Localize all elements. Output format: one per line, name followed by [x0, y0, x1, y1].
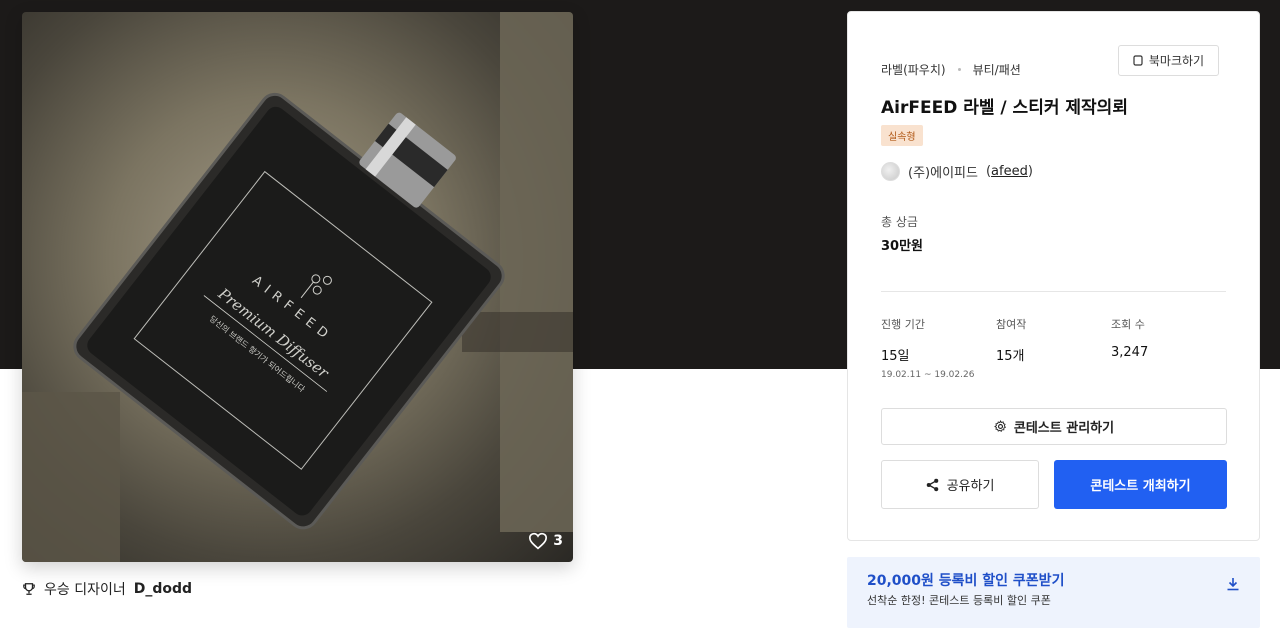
- stat-entries: 참여작 15개: [996, 316, 1026, 364]
- category-main[interactable]: 라벨(파우치): [881, 61, 946, 78]
- duration-value: 15일: [881, 349, 910, 364]
- host-contest-label: 콘테스트 개최하기: [1090, 479, 1191, 494]
- duration-range: 19.02.11 ~ 19.02.26: [881, 370, 975, 380]
- coupon-subtitle: 선착순 한정! 콘테스트 등록비 할인 쿠폰: [867, 594, 1051, 607]
- perfume-bottle-illustration: AIRFEED Premium Diffuser 당신의 브랜드 향기가 되어드…: [22, 12, 573, 562]
- contest-image[interactable]: AIRFEED Premium Diffuser 당신의 브랜드 향기가 되어드…: [22, 12, 573, 562]
- category-sub[interactable]: 뷰티/패션: [973, 61, 1021, 78]
- gear-icon: [994, 420, 1006, 433]
- winner-label: 우승 디자이너: [44, 582, 126, 598]
- host-contest-button[interactable]: 콘테스트 개최하기: [1054, 460, 1227, 509]
- bookmark-label: 북마크하기: [1148, 54, 1205, 68]
- category-breadcrumb: 라벨(파우치) 뷰티/패션: [881, 61, 1021, 78]
- share-button[interactable]: 공유하기: [881, 460, 1039, 509]
- stat-duration: 진행 기간 15일 19.02.11 ~ 19.02.26: [881, 316, 974, 380]
- contest-type-badge: 실속형: [881, 125, 923, 146]
- views-value: 3,247: [1111, 345, 1149, 360]
- host-info: (주)에이피드 (afeed): [881, 162, 1033, 181]
- host-name: (주)에이피드: [908, 166, 978, 181]
- prize-label: 총 상금: [881, 215, 918, 229]
- winner-designer: 우승 디자이너 D_dodd: [22, 579, 192, 599]
- manage-contest-button[interactable]: 콘테스트 관리하기: [881, 408, 1227, 445]
- trophy-icon: [23, 583, 35, 595]
- manage-contest-label: 콘테스트 관리하기: [1013, 421, 1115, 436]
- duration-label: 진행 기간: [881, 318, 925, 331]
- entries-value: 15개: [996, 349, 1025, 364]
- coupon-banner[interactable]: 20,000원 등록비 할인 쿠폰받기 선착순 한정! 콘테스트 등록비 할인 …: [847, 557, 1260, 628]
- bookmark-icon: [1133, 55, 1143, 66]
- contest-info-card: 라벨(파우치) 뷰티/패션 북마크하기 AirFEED 라벨 / 스티커 제작의…: [847, 11, 1260, 541]
- entries-label: 참여작: [996, 318, 1027, 331]
- divider: [881, 291, 1226, 292]
- like-badge[interactable]: 3: [528, 532, 563, 550]
- winner-name[interactable]: D_dodd: [134, 581, 192, 597]
- heart-icon: [529, 532, 548, 550]
- download-icon[interactable]: [1226, 577, 1240, 591]
- like-count: 3: [553, 533, 563, 549]
- coupon-title: 20,000원 등록비 할인 쿠폰받기: [867, 573, 1065, 589]
- separator-dot: [957, 68, 961, 71]
- share-label: 공유하기: [946, 479, 995, 494]
- views-label: 조회 수: [1111, 318, 1145, 331]
- stat-views: 조회 수 3,247: [1111, 316, 1148, 360]
- contest-title: AirFEED 라벨 / 스티커 제작의뢰: [881, 98, 1128, 118]
- bookmark-button[interactable]: 북마크하기: [1118, 45, 1219, 76]
- host-avatar[interactable]: [881, 162, 900, 181]
- share-icon: [926, 478, 938, 491]
- prize-value: 30만원: [881, 239, 924, 254]
- host-handle-link[interactable]: afeed: [991, 164, 1028, 179]
